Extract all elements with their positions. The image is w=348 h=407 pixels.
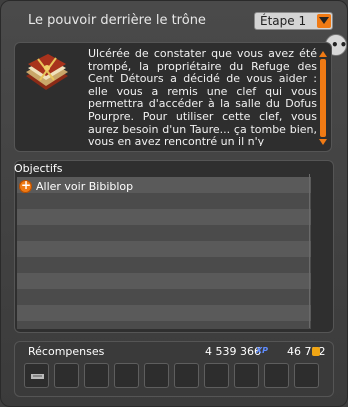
- list-item: [17, 193, 311, 209]
- list-item: [17, 289, 311, 305]
- list-item: [17, 321, 311, 329]
- list-item: [17, 257, 311, 273]
- reward-slot[interactable]: [264, 363, 289, 388]
- kamas-icon: [312, 347, 320, 356]
- list-item: [17, 305, 311, 321]
- list-item: [17, 241, 311, 257]
- reward-slot[interactable]: [84, 363, 109, 388]
- step-select[interactable]: Étape 1: [254, 12, 333, 30]
- description-scrollbar[interactable]: [318, 51, 328, 145]
- plus-circle-icon[interactable]: +: [19, 178, 32, 193]
- reward-slot[interactable]: [54, 363, 79, 388]
- rewards-label: Récompenses: [28, 345, 105, 358]
- xp-icon: XP: [256, 346, 269, 355]
- book-icon: [26, 54, 68, 90]
- xp-value: 4 539 366: [205, 345, 261, 358]
- list-item: [17, 225, 311, 241]
- reward-slot[interactable]: [114, 363, 139, 388]
- quest-title: Le pouvoir derrière le trône: [28, 13, 206, 28]
- objectives-header: Objectifs: [14, 162, 63, 175]
- step-select-value: Étape 1: [260, 14, 307, 28]
- reward-slot[interactable]: [144, 363, 169, 388]
- reward-slot[interactable]: [24, 363, 49, 388]
- list-item: [17, 273, 311, 289]
- column-divider: [309, 174, 310, 328]
- objective-label[interactable]: Aller voir Bibiblop: [36, 180, 133, 193]
- list-item: [17, 209, 311, 225]
- scroll-icon: [31, 374, 44, 379]
- reward-slot[interactable]: [174, 363, 199, 388]
- chevron-down-icon[interactable]: [317, 14, 331, 28]
- reward-slot[interactable]: [294, 363, 319, 388]
- quest-description: Ulcérée de constater que vous avez été t…: [88, 48, 317, 146]
- more-icon: •••: [331, 38, 348, 52]
- reward-slot[interactable]: [234, 363, 259, 388]
- reward-slot[interactable]: [204, 363, 229, 388]
